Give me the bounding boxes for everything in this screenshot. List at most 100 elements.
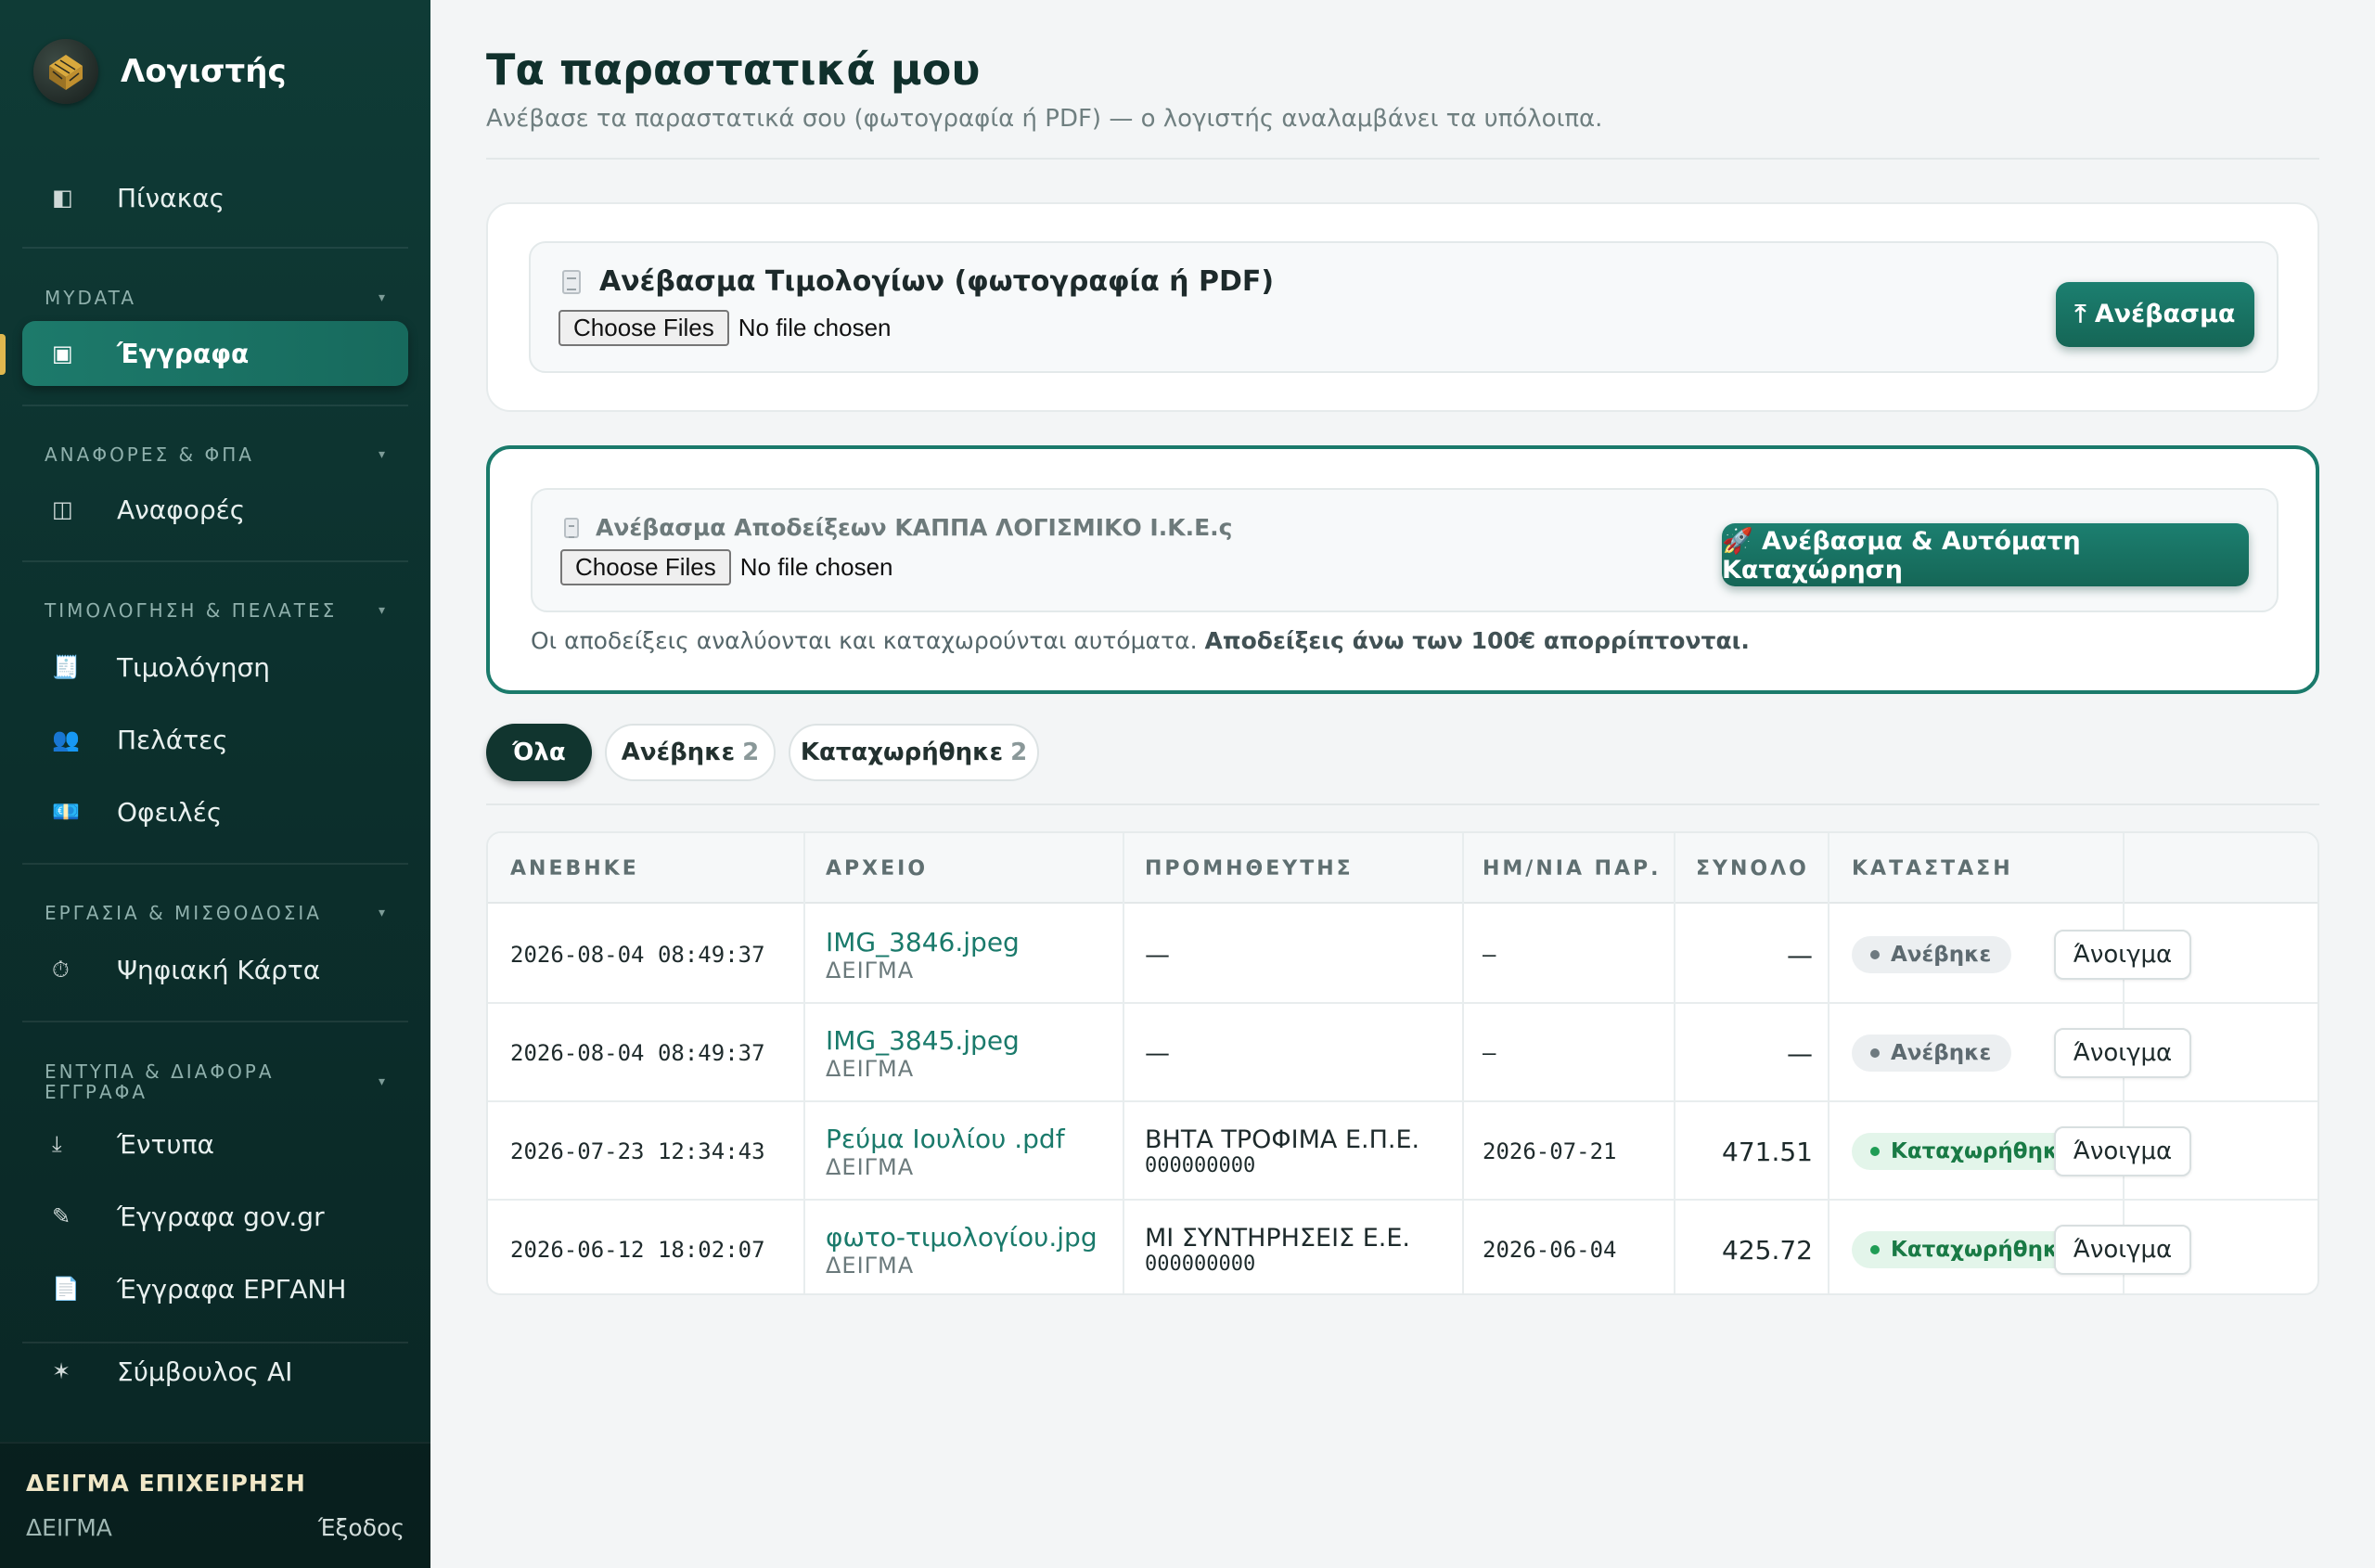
sidebar-item-label: Ψηφιακή Κάρτα (117, 954, 321, 985)
sidebar-item-govgr[interactable]: ✎ Έγγραφα gov.gr (22, 1184, 408, 1249)
filter-all[interactable]: Όλα (486, 724, 592, 781)
page-subtitle: Ανέβασε τα παραστατικά σου (φωτογραφία ή… (486, 105, 1603, 133)
sidebar-item-label: Αναφορές (117, 494, 246, 525)
sidebar-item-ai-advisor[interactable]: ✶ Σύμβουλος AI (22, 1339, 408, 1404)
sidebar-item-dashboard[interactable]: ◧ Πίνακας (22, 165, 408, 230)
chevron-down-icon: ▾ (378, 447, 388, 462)
sidebar-item-digital-card[interactable]: ⏱ Ψηφιακή Κάρτα (22, 937, 408, 1002)
file-owner: ΔΕΙΓΜΑ (826, 1055, 915, 1082)
sidebar-item-forms[interactable]: ⤓ Έντυπα (22, 1112, 408, 1176)
divider (22, 863, 408, 865)
column-header: ΚΑΤΑΣΤΑΣΗ (1852, 856, 2013, 880)
file-cell: IMG_3846.jpeg ΔΕΙΓΜΑ (826, 906, 1020, 1004)
choose-files-button[interactable]: Choose Files (558, 310, 729, 346)
table-header: ΑΝΕΒΗΚΕ ΑΡΧΕΙΟ ΠΡΟΜΗΘΕΥΤΗΣ ΗΜ/ΝΙΑ ΠΑΡ. Σ… (488, 833, 2317, 904)
sidebar-item-customers[interactable]: 👥 Πελάτες (22, 707, 408, 772)
sidebar-item-ergani[interactable]: 📄 Έγγραφα ΕΡΓΑΝΗ (22, 1256, 408, 1321)
upload-button[interactable]: ⤒ Ανέβασμα (2056, 282, 2254, 347)
sidebar-item-documents[interactable]: ▣ Έγγραφα (22, 321, 408, 386)
invoice-upload-title: Ανέβασμα Τιμολογίων (φωτογραφία ή PDF) (562, 265, 1274, 298)
file-link[interactable]: Ρεύμα Ιουλίου .pdf (826, 1124, 1065, 1154)
brand[interactable]: Λογιστής (33, 39, 287, 104)
total-cell: — (1787, 939, 1813, 970)
invoice-upload-card: Ανέβασμα Τιμολογίων (φωτογραφία ή PDF) C… (486, 202, 2319, 412)
receipt-upload-title: Ανέβασμα Αποδείξεων ΚΑΠΠΑ ΛΟΓΙΣΜΙΚΟ Ι.Κ.… (564, 514, 1233, 541)
filter-uploaded[interactable]: Ανέβηκε 2 (605, 724, 776, 781)
open-button[interactable]: Άνοιγμα (2054, 930, 2191, 980)
chevron-down-icon: ▾ (378, 290, 388, 305)
file-owner: ΔΕΙΓΜΑ (826, 957, 915, 983)
filter-registered[interactable]: Καταχωρήθηκε 2 (789, 724, 1039, 781)
doc-date: – (1483, 1040, 1496, 1066)
no-file-text: No file chosen (739, 553, 893, 581)
divider (22, 1021, 408, 1022)
section-title-forms[interactable]: ΕΝΤΥΠΑ & ΔΙΑΦΟΡΑ ΕΓΓΡΑΦΑ ▾ (45, 1061, 388, 1102)
sidebar-footer: ΔΕΙΓΜΑ ΕΠΙΧΕΙΡΗΣΗ ΔΕΙΓΜΑ Έξοδος (0, 1442, 430, 1568)
table-row: 2026-08-04 08:49:37 IMG_3845.jpeg ΔΕΙΓΜΑ… (488, 1004, 2317, 1102)
receipt-upload-card: Ανέβασμα Αποδείξεων ΚΑΠΠΑ ΛΟΓΙΣΜΙΚΟ Ι.Κ.… (486, 445, 2319, 694)
total-cell: — (1787, 1037, 1813, 1069)
sidebar-item-label: Πελάτες (117, 724, 228, 755)
reports-icon: ◫ (52, 496, 73, 522)
file-cell: Ρεύμα Ιουλίου .pdf ΔΕΙΓΜΑ (826, 1102, 1065, 1201)
dashboard-icon: ◧ (52, 185, 73, 211)
divider (486, 158, 2319, 160)
page-title: Τα παραστατικά μου (486, 45, 981, 95)
column-header: ΣΥΝΟΛΟ (1696, 856, 1809, 880)
sparkle-icon: ✶ (52, 1358, 71, 1384)
column-header: ΠΡΟΜΗΘΕΥΤΗΣ (1145, 856, 1354, 880)
document-icon (562, 269, 581, 294)
documents-table: ΑΝΕΒΗΚΕ ΑΡΧΕΙΟ ΠΡΟΜΗΘΕΥΤΗΣ ΗΜ/ΝΙΑ ΠΑΡ. Σ… (486, 831, 2319, 1295)
status-dot-icon (1870, 1147, 1880, 1156)
section-title-invoicing[interactable]: ΤΙΜΟΛΟΓΗΣΗ & ΠΕΛΑΤΕΣ ▾ (45, 600, 388, 621)
file-link[interactable]: IMG_3845.jpeg (826, 1025, 1020, 1056)
sidebar-item-debts[interactable]: 💶 Οφειλές (22, 779, 408, 844)
doc-date: 2026-07-21 (1483, 1138, 1617, 1164)
choose-files-button[interactable]: Choose Files (560, 549, 731, 585)
active-indicator (0, 334, 6, 375)
receipt-upload-box: Ανέβασμα Αποδείξεων ΚΑΠΠΑ ΛΟΓΙΣΜΙΚΟ Ι.Κ.… (531, 488, 2279, 612)
supplier-cell: ΜΙ ΣΥΝΤΗΡΗΣΕΙΣ Ε.Ε. 000000000 (1145, 1224, 1410, 1276)
section-title-reports[interactable]: ΑΝΑΦΟΡΕΣ & ΦΠΑ ▾ (45, 444, 388, 465)
download-icon: ⤓ (52, 1131, 62, 1157)
status-dot-icon (1870, 1245, 1880, 1254)
stopwatch-icon: ⏱ (52, 957, 70, 983)
table-row: 2026-08-04 08:49:37 IMG_3846.jpeg ΔΕΙΓΜΑ… (488, 906, 2317, 1004)
app-name: Λογιστής (121, 53, 287, 90)
supplier-cell: — (1145, 1038, 1170, 1068)
sidebar-item-label: Οφειλές (117, 796, 223, 828)
upload-auto-register-button[interactable]: 🚀 Ανέβασμα & Αυτόματη Καταχώρηση (1722, 523, 2249, 586)
table-row: 2026-06-12 18:02:07 φωτο-τιμολογίου.jpg … (488, 1201, 2317, 1293)
open-button[interactable]: Άνοιγμα (2054, 1225, 2191, 1275)
logout-link[interactable]: Έξοδος (318, 1514, 404, 1541)
open-button[interactable]: Άνοιγμα (2054, 1028, 2191, 1078)
sidebar-item-invoicing[interactable]: 🧾 Τιμολόγηση (22, 635, 408, 700)
section-title-mydata[interactable]: MYDATA ▾ (45, 288, 388, 308)
invoice-upload-box: Ανέβασμα Τιμολογίων (φωτογραφία ή PDF) C… (529, 241, 2279, 373)
file-owner: ΔΕΙΓΜΑ (826, 1252, 915, 1279)
sidebar-item-reports[interactable]: ◫ Αναφορές (22, 477, 408, 542)
sidebar-item-label: Πίνακας (117, 182, 225, 213)
uploaded-at: 2026-08-04 08:49:37 (510, 1040, 765, 1066)
doc-date: – (1483, 942, 1496, 968)
file-link[interactable]: IMG_3846.jpeg (826, 927, 1020, 958)
sidebar: Λογιστής ◧ Πίνακας MYDATA ▾ ▣ Έγγραφα ΑΝΑ… (0, 0, 430, 1568)
open-button[interactable]: Άνοιγμα (2054, 1126, 2191, 1176)
uploaded-at: 2026-06-12 18:02:07 (510, 1237, 765, 1263)
receipt-file-input[interactable]: Choose Files No file chosen (560, 549, 893, 585)
column-header: ΗΜ/ΝΙΑ ΠΑΡ. (1483, 856, 1662, 880)
doc-date: 2026-06-04 (1483, 1237, 1617, 1263)
users-icon: 👥 (52, 726, 80, 752)
sidebar-item-label: Σύμβουλος AI (117, 1356, 293, 1387)
section-title-work[interactable]: ΕΡΓΑΣΙΑ & ΜΙΣΘΟΔΟΣΙΑ ▾ (45, 903, 388, 923)
document-icon (564, 517, 579, 538)
table-row: 2026-07-23 12:34:43 Ρεύμα Ιουλίου .pdf Δ… (488, 1102, 2317, 1201)
file-owner: ΔΕΙΓΜΑ (826, 1153, 915, 1180)
divider (22, 247, 408, 249)
chevron-down-icon: ▾ (378, 1074, 388, 1089)
money-icon: 💶 (52, 799, 80, 825)
invoice-file-input[interactable]: Choose Files No file chosen (558, 310, 892, 346)
file-link[interactable]: φωτο-τιμολογίου.jpg (826, 1222, 1098, 1253)
document-icon: 📄 (52, 1276, 80, 1302)
business-name: ΔΕΙΓΜΑ ΕΠΙΧΕΙΡΗΣΗ (26, 1470, 306, 1497)
